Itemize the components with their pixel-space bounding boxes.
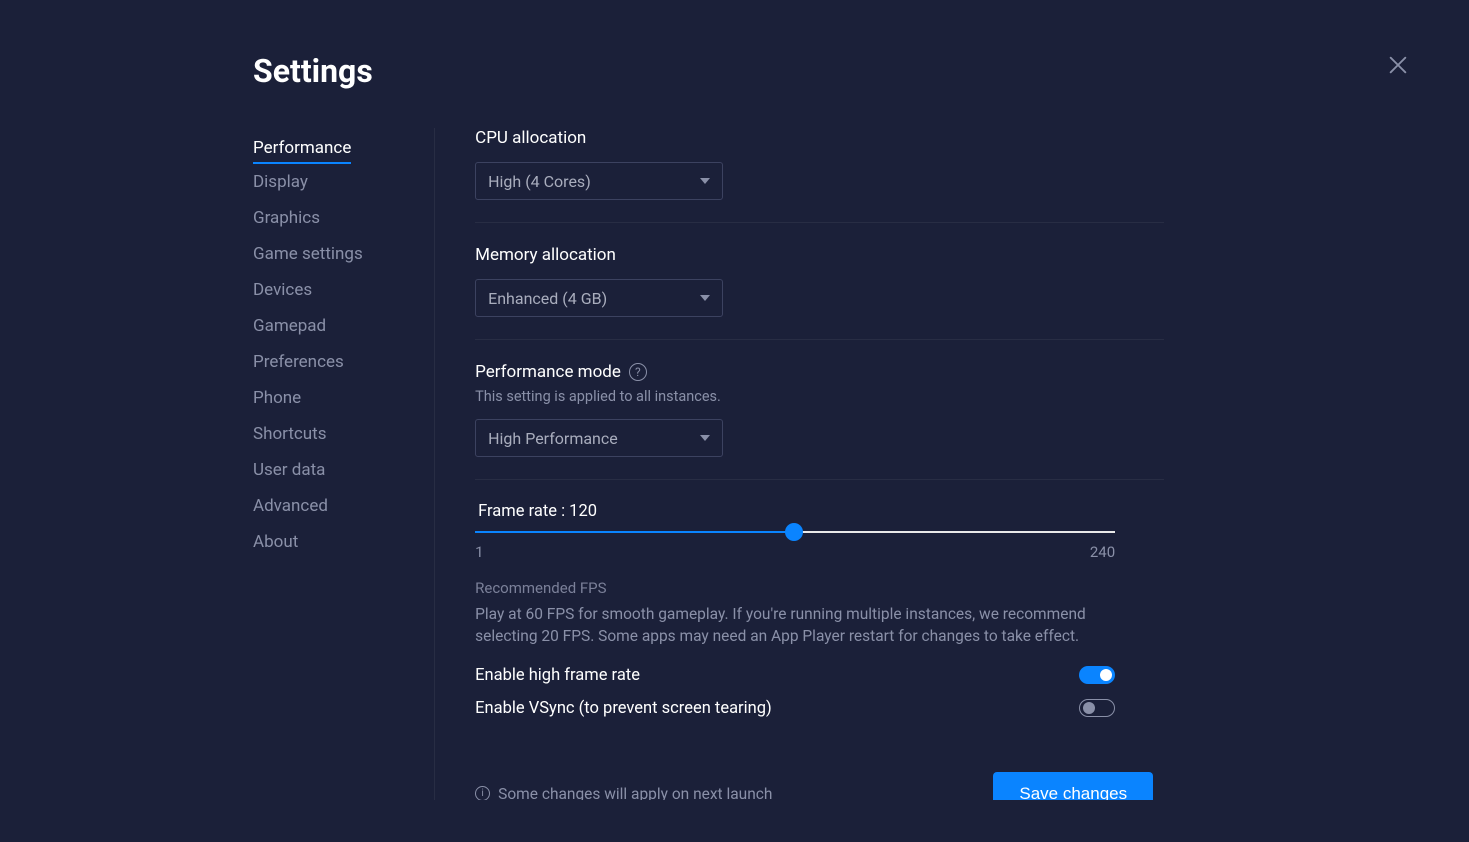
performance-mode-value: High Performance (488, 429, 618, 448)
sidebar-item-gamepad[interactable]: Gamepad (253, 308, 326, 344)
sidebar-item-phone[interactable]: Phone (253, 380, 301, 416)
close-button[interactable] (1387, 54, 1409, 80)
recommended-fps-title: Recommended FPS (475, 579, 1164, 597)
help-icon[interactable]: ? (629, 363, 647, 381)
vsync-toggle[interactable] (1079, 699, 1115, 717)
info-icon: i (475, 786, 490, 800)
sidebar-item-advanced[interactable]: Advanced (253, 488, 328, 524)
chevron-down-icon (700, 295, 710, 301)
frame-rate-slider[interactable] (475, 531, 1115, 533)
cpu-allocation-select[interactable]: High (4 Cores) (475, 162, 723, 200)
toggle-knob (1083, 702, 1095, 714)
cpu-allocation-label: CPU allocation (475, 128, 1164, 148)
chevron-down-icon (700, 435, 710, 441)
high-frame-rate-toggle[interactable] (1079, 666, 1115, 684)
vsync-label: Enable VSync (to prevent screen tearing) (475, 699, 772, 718)
slider-fill (475, 531, 794, 533)
sidebar-item-devices[interactable]: Devices (253, 272, 312, 308)
close-icon (1387, 54, 1409, 76)
performance-mode-select[interactable]: High Performance (475, 419, 723, 457)
memory-allocation-select[interactable]: Enhanced (4 GB) (475, 279, 723, 317)
sidebar-item-shortcuts[interactable]: Shortcuts (253, 416, 327, 452)
memory-allocation-label: Memory allocation (475, 245, 1164, 265)
slider-thumb[interactable] (785, 523, 803, 541)
settings-content: CPU allocation High (4 Cores) Memory all… (435, 128, 1469, 800)
sidebar-item-graphics[interactable]: Graphics (253, 200, 320, 236)
footer-note-text: Some changes will apply on next launch (498, 785, 772, 800)
save-changes-button[interactable]: Save changes (993, 772, 1153, 800)
recommended-fps-desc: Play at 60 FPS for smooth gameplay. If y… (475, 603, 1115, 648)
sidebar-item-display[interactable]: Display (253, 164, 308, 200)
performance-mode-sub: This setting is applied to all instances… (475, 388, 1164, 405)
sidebar-item-user-data[interactable]: User data (253, 452, 325, 488)
toggle-knob (1100, 669, 1112, 681)
chevron-down-icon (700, 178, 710, 184)
high-frame-rate-label: Enable high frame rate (475, 666, 640, 685)
sidebar-item-performance[interactable]: Performance (253, 130, 351, 164)
settings-sidebar: Performance Display Graphics Game settin… (253, 128, 435, 800)
cpu-allocation-value: High (4 Cores) (488, 172, 591, 191)
performance-mode-label: Performance mode (475, 362, 621, 382)
sidebar-item-about[interactable]: About (253, 524, 298, 560)
sidebar-item-game-settings[interactable]: Game settings (253, 236, 363, 272)
memory-allocation-value: Enhanced (4 GB) (488, 289, 607, 308)
frame-rate-min: 1 (475, 543, 483, 561)
sidebar-item-preferences[interactable]: Preferences (253, 344, 344, 380)
page-title: Settings (253, 52, 1409, 90)
frame-rate-max: 240 (1090, 543, 1115, 561)
frame-rate-label: Frame rate : 120 (475, 502, 1164, 521)
